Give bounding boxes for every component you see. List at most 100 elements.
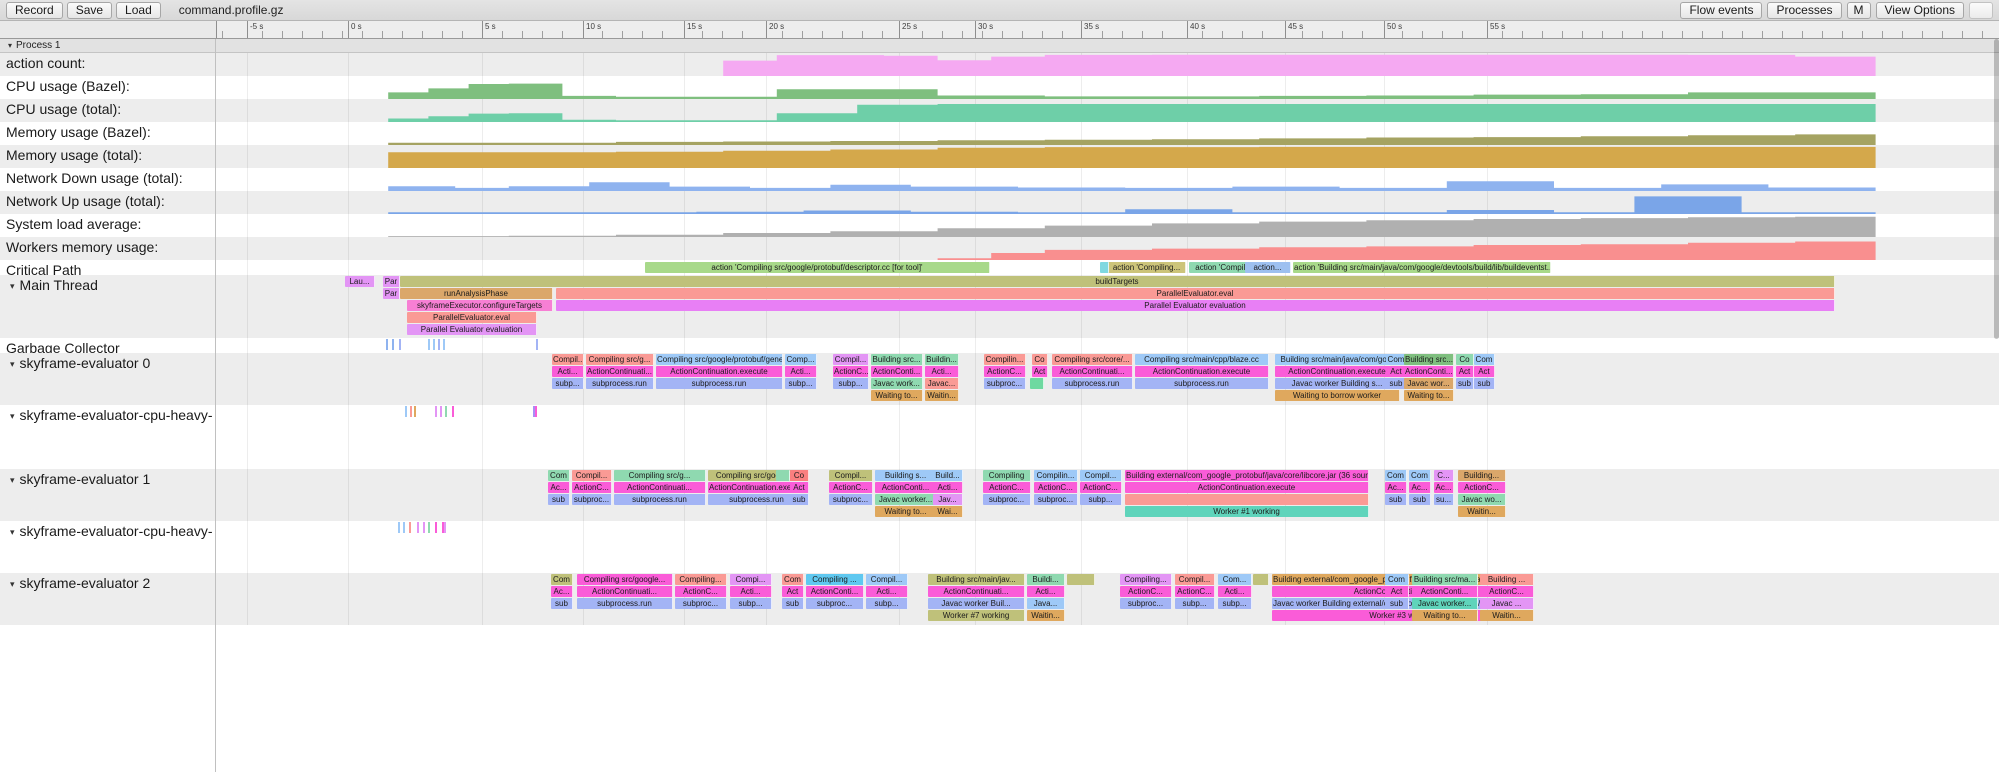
trace-slice[interactable]: Comp...: [785, 354, 817, 365]
trace-slice[interactable]: Compil...: [866, 574, 908, 585]
save-button[interactable]: Save: [67, 2, 112, 19]
flow-events-button[interactable]: Flow events: [1680, 2, 1762, 19]
chevron-down-icon[interactable]: ▾: [10, 355, 15, 373]
trace-slice[interactable]: Ac...: [548, 482, 570, 493]
trace-slice[interactable]: Compi...: [730, 574, 772, 585]
trace-slice[interactable]: Acti...: [933, 482, 963, 493]
trace-slice[interactable]: Com: [1474, 354, 1495, 365]
trace-slice[interactable]: Compilin...: [1034, 470, 1078, 481]
trace-slice[interactable]: Acti...: [1218, 586, 1252, 597]
trace-slice[interactable]: ActionContinuati...: [928, 586, 1025, 597]
trace-slice[interactable]: Building src/main/java/com/go...: [1275, 354, 1400, 365]
trace-slice[interactable]: Javac work...: [871, 378, 923, 389]
trace-slice[interactable]: ActionContinuation.execute: [656, 366, 783, 377]
track-label-system-load-average[interactable]: System load average:: [0, 214, 216, 237]
trace-slice[interactable]: action...: [1245, 262, 1291, 273]
track-canvas[interactable]: ComCompiling src/google...Compiling...Co…: [216, 573, 1999, 625]
trace-slice[interactable]: ActionConti...: [1404, 366, 1454, 377]
trace-slice[interactable]: Act: [1474, 366, 1495, 377]
trace-slice[interactable]: sub: [790, 494, 809, 505]
trace-slice[interactable]: Com...: [1218, 574, 1252, 585]
trace-slice[interactable]: Acti...: [552, 366, 584, 377]
trace-slice[interactable]: sub: [1385, 598, 1409, 609]
trace-slice[interactable]: subp...: [785, 378, 817, 389]
trace-slice[interactable]: sub: [1456, 378, 1474, 389]
trace-slice[interactable]: Building ...: [1480, 574, 1534, 585]
trace-slice[interactable]: skyframeExecutor.configureTargets: [407, 300, 553, 311]
instant-event-marker[interactable]: [435, 522, 437, 533]
trace-slice[interactable]: sub: [782, 598, 804, 609]
trace-slice[interactable]: sub: [1385, 494, 1407, 505]
processes-button[interactable]: Processes: [1767, 2, 1841, 19]
trace-slice[interactable]: Building s...: [875, 470, 937, 481]
trace-slice[interactable]: Act: [782, 586, 804, 597]
trace-slice[interactable]: Com: [1385, 470, 1407, 481]
trace-slice[interactable]: Waitin...: [1027, 610, 1065, 621]
trace-slice[interactable]: subprocess.run: [614, 494, 706, 505]
trace-slice[interactable]: Buildi...: [1027, 574, 1065, 585]
trace-slice[interactable]: subproc...: [1034, 494, 1078, 505]
track-canvas[interactable]: [216, 99, 1999, 122]
trace-slice[interactable]: ActionConti...: [1412, 586, 1478, 597]
track-label-skyframe-evaluator-2[interactable]: ▾skyframe-evaluator 2: [0, 573, 216, 625]
trace-slice[interactable]: ActionConti...: [806, 586, 864, 597]
trace-slice[interactable]: Javac wo...: [1458, 494, 1506, 505]
trace-slice[interactable]: subproc...: [1120, 598, 1172, 609]
trace-slice[interactable]: Compiling ...: [806, 574, 864, 585]
trace-slice[interactable]: subp...: [730, 598, 772, 609]
trace-slice[interactable]: Par: [383, 288, 400, 299]
trace-slice[interactable]: Com: [782, 574, 804, 585]
trace-slice[interactable]: [1253, 574, 1269, 585]
instant-event-marker[interactable]: [417, 522, 419, 533]
trace-slice[interactable]: [1100, 262, 1109, 273]
trace-slice[interactable]: Act: [1032, 366, 1048, 377]
trace-slice[interactable]: Waiting to borrow worker: [1275, 390, 1400, 401]
trace-slice[interactable]: subprocess.run: [577, 598, 673, 609]
trace-slice[interactable]: action 'Compiling src/google/protobuf/de…: [645, 262, 990, 273]
load-button[interactable]: Load: [116, 2, 161, 19]
trace-slice[interactable]: subprocess.run: [1135, 378, 1269, 389]
trace-slice[interactable]: Javac...: [925, 378, 959, 389]
track-canvas[interactable]: [216, 122, 1999, 145]
track-canvas[interactable]: Lau...ParbuildTargetsParrunAnalysisPhase…: [216, 275, 1999, 338]
trace-slice[interactable]: Compiling src/core/...: [1052, 354, 1133, 365]
instant-event-marker[interactable]: [398, 522, 400, 533]
trace-slice[interactable]: Compil...: [572, 470, 612, 481]
trace-slice[interactable]: subp...: [1080, 494, 1122, 505]
track-canvas[interactable]: [216, 521, 1999, 573]
trace-slice[interactable]: ParallelEvaluator.eval: [556, 288, 1835, 299]
instant-event-marker[interactable]: [433, 339, 435, 350]
scrollbar-thumb[interactable]: [1994, 39, 1999, 339]
track-list[interactable]: action count:CPU usage (Bazel):CPU usage…: [0, 53, 1999, 772]
trace-slice[interactable]: Worker #7 working: [928, 610, 1025, 621]
trace-slice[interactable]: subprocess.run: [1052, 378, 1133, 389]
chevron-down-icon[interactable]: ▾: [10, 575, 15, 593]
trace-slice[interactable]: Waiting to...: [875, 506, 937, 517]
trace-slice[interactable]: Compil...: [552, 354, 584, 365]
trace-slice[interactable]: ActionContinuati...: [614, 482, 706, 493]
instant-event-marker[interactable]: [414, 406, 416, 417]
trace-slice[interactable]: [776, 470, 790, 481]
instant-event-marker[interactable]: [452, 406, 454, 417]
trace-slice[interactable]: Javac ...: [1480, 598, 1534, 609]
trace-slice[interactable]: ActionContinuati...: [577, 586, 673, 597]
trace-slice[interactable]: Parallel Evaluator evaluation: [556, 300, 1835, 311]
trace-slice[interactable]: sub: [1474, 378, 1495, 389]
instant-event-marker[interactable]: [440, 406, 442, 417]
trace-slice[interactable]: Building src/main/jav...: [928, 574, 1025, 585]
trace-slice[interactable]: Compil...: [829, 470, 873, 481]
trace-slice[interactable]: ActionC...: [1480, 586, 1534, 597]
trace-slice[interactable]: Building src...: [1404, 354, 1454, 365]
trace-slice[interactable]: subprocess.run: [586, 378, 654, 389]
trace-slice[interactable]: ActionC...: [1034, 482, 1078, 493]
instant-event-marker[interactable]: [392, 339, 394, 350]
trace-slice[interactable]: Building src/ma...: [1412, 574, 1478, 585]
trace-slice[interactable]: Compiling: [983, 470, 1031, 481]
track-label-garbage-collector[interactable]: Garbage Collector: [0, 338, 216, 353]
trace-slice[interactable]: Act: [1385, 586, 1409, 597]
trace-slice[interactable]: Waiting to...: [1412, 610, 1478, 621]
track-canvas[interactable]: [216, 76, 1999, 99]
chevron-down-icon[interactable]: ▾: [10, 523, 15, 541]
trace-slice[interactable]: Acti...: [785, 366, 817, 377]
trace-slice[interactable]: Waitin...: [925, 390, 959, 401]
